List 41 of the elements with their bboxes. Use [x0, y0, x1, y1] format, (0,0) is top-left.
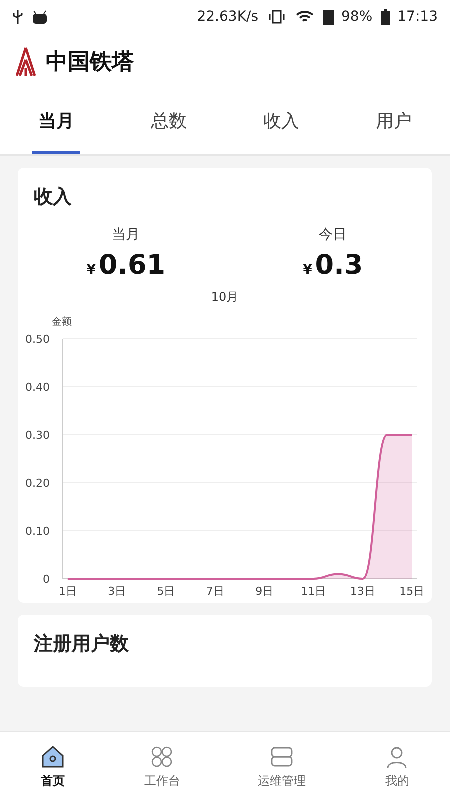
tick-label: 15日 [400, 585, 425, 598]
tick-label: 0.20 [26, 477, 50, 490]
network-speed: 22.63K/s [197, 9, 259, 25]
card-title: 收入 [33, 185, 73, 210]
tick-label: 13日 [350, 585, 376, 598]
tick-label: 7日 [206, 585, 224, 598]
stat-value: ¥0.3 [303, 250, 364, 281]
tick-label: 9日 [256, 585, 274, 598]
nav-item[interactable]: 运维管理 [252, 742, 312, 790]
nav-item[interactable]: 首页 [32, 742, 73, 790]
usb-icon [12, 9, 24, 25]
stat-label: 今日 [319, 226, 348, 244]
tick-label: 1日 [58, 585, 77, 598]
sim-icon [322, 10, 334, 24]
tab[interactable]: 用户 [370, 90, 418, 154]
tab[interactable]: 收入 [257, 90, 306, 154]
tick-label: 3日 [108, 585, 126, 598]
chart-title: 10月 [211, 290, 239, 304]
app-title: 中国铁塔 [46, 49, 134, 77]
nav-item[interactable]: 我的 [377, 742, 418, 790]
clock: 17:13 [398, 9, 438, 25]
tick-label: 0.10 [26, 525, 50, 538]
card-title: 注册用户数 [32, 632, 130, 657]
tick-label: 0 [43, 573, 50, 586]
axis-label: 金额 [52, 317, 72, 328]
battery-icon [380, 9, 390, 25]
vibrate-icon [266, 10, 287, 24]
tab[interactable]: 总数 [144, 90, 193, 154]
tab[interactable]: 当月 [32, 90, 80, 154]
robot-icon [32, 10, 48, 24]
battery-percent: 98% [342, 9, 373, 25]
tick-label: 0.40 [26, 381, 50, 394]
wifi-icon [294, 10, 315, 24]
stat-label: 当月 [112, 226, 140, 244]
tick-label: 0.50 [26, 333, 50, 346]
logo-icon [16, 46, 36, 78]
tick-label: 0.30 [26, 429, 50, 442]
tick-label: 5日 [157, 585, 176, 598]
tick-label: 11日 [301, 585, 326, 598]
nav-item[interactable]: 工作台 [138, 742, 186, 790]
stat-value: ¥0.61 [86, 250, 166, 281]
